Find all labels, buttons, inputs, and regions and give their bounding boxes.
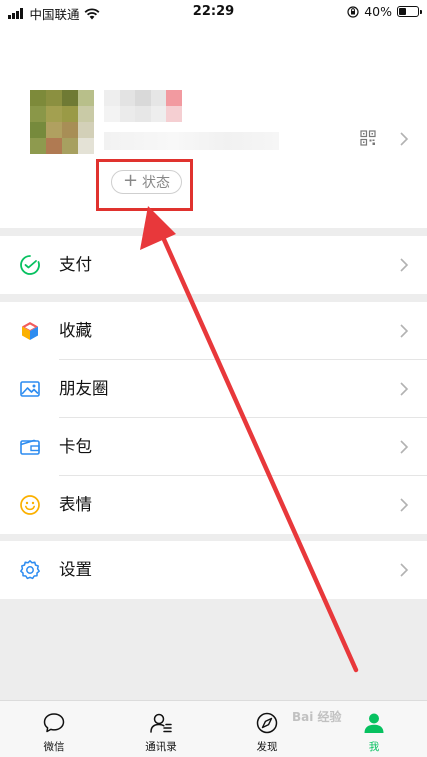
watermark: Bai 经验	[292, 710, 342, 724]
annotation-arrow	[140, 206, 359, 673]
